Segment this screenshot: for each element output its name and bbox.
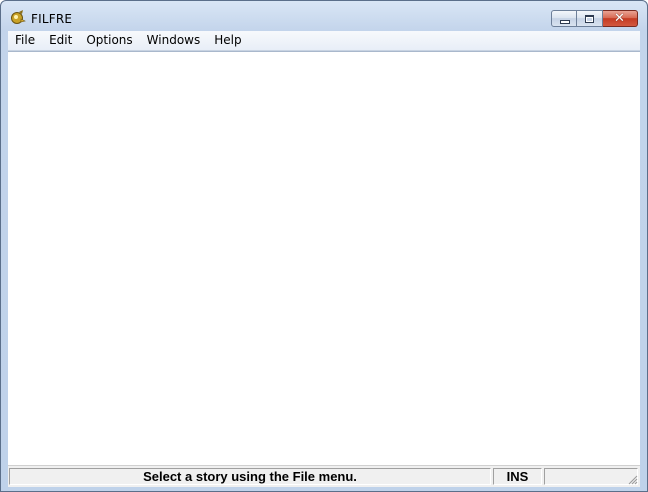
app-icon[interactable] — [10, 9, 26, 25]
menu-help[interactable]: Help — [207, 31, 248, 50]
app-window: FILFRE ✕ File Edit Options Windows Help … — [0, 0, 648, 492]
menu-windows[interactable]: Windows — [140, 31, 208, 50]
maximize-icon — [585, 15, 594, 23]
menu-edit[interactable]: Edit — [42, 31, 79, 50]
close-button[interactable]: ✕ — [603, 10, 638, 27]
title-bar[interactable]: FILFRE ✕ — [1, 1, 647, 31]
minimize-button[interactable] — [551, 10, 577, 27]
status-pane-empty — [544, 468, 638, 485]
resize-grip-icon[interactable] — [626, 473, 638, 485]
menu-options[interactable]: Options — [79, 31, 139, 50]
menu-file[interactable]: File — [8, 31, 42, 50]
story-area[interactable] — [8, 51, 640, 465]
status-message: Select a story using the File menu. — [9, 468, 491, 485]
insert-mode-indicator: INS — [493, 468, 542, 485]
status-bar: Select a story using the File menu. INS — [8, 465, 640, 487]
caption-buttons: ✕ — [551, 10, 638, 28]
menu-bar: File Edit Options Windows Help — [8, 31, 640, 51]
close-icon: ✕ — [614, 11, 625, 26]
maximize-button[interactable] — [577, 10, 603, 27]
minimize-icon — [560, 20, 570, 24]
window-title: FILFRE — [31, 12, 73, 26]
